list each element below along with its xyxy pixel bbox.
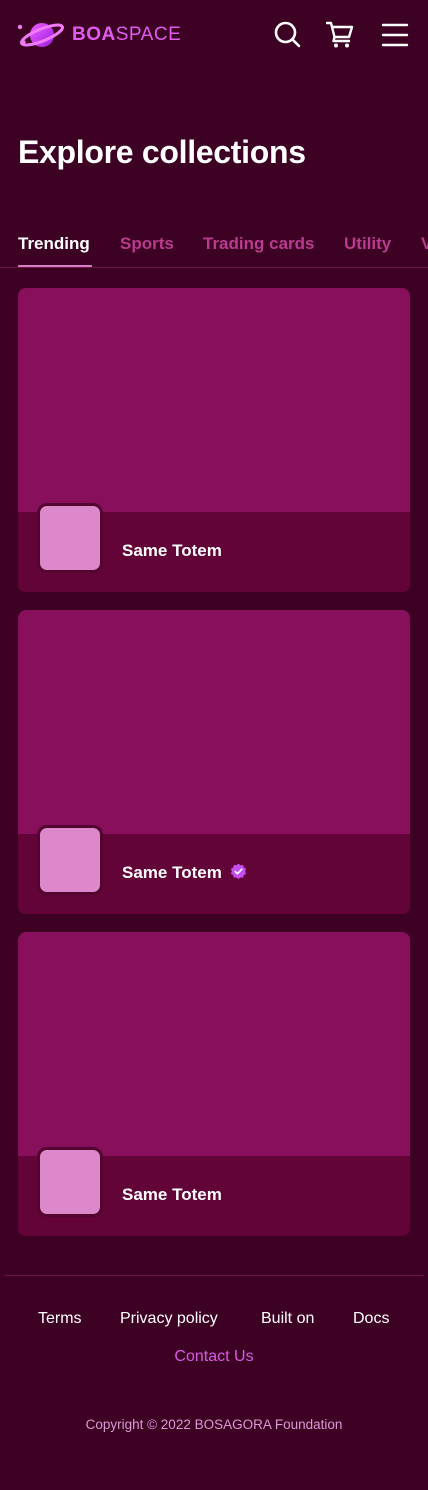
tab-utility[interactable]: Utility — [344, 234, 391, 254]
site-header: BOASPACE — [0, 0, 428, 70]
footer-link-terms[interactable]: Terms — [38, 1310, 82, 1328]
collection-card[interactable]: Same Totem — [18, 932, 410, 1236]
footer-link-docs[interactable]: Docs — [353, 1310, 389, 1328]
footer-link-built-on[interactable]: Built on — [261, 1310, 314, 1328]
tabs-divider — [0, 267, 428, 268]
collection-avatar — [37, 825, 103, 895]
tab-trading-cards[interactable]: Trading cards — [203, 234, 314, 254]
collection-name: Same Totem — [122, 1185, 222, 1204]
tab-trending[interactable]: Trending — [18, 234, 90, 254]
footer-link-privacy-policy[interactable]: Privacy policy — [120, 1310, 218, 1328]
brand-logo[interactable]: BOASPACE — [16, 18, 181, 52]
collection-card[interactable]: Same Totem — [18, 610, 410, 914]
collection-name: Same Totem — [122, 863, 222, 882]
logo-planet-icon — [16, 18, 66, 52]
tab-sports[interactable]: Sports — [120, 234, 174, 254]
collection-avatar — [37, 503, 103, 573]
page-title: Explore collections — [18, 134, 306, 170]
search-icon[interactable] — [273, 20, 301, 48]
collection-card[interactable]: Same Totem — [18, 288, 410, 592]
menu-icon[interactable] — [381, 20, 409, 48]
brand-name: BOASPACE — [72, 24, 182, 45]
category-tabs: Trending Sports Trading cards Utility V — [0, 222, 428, 268]
cart-icon[interactable] — [326, 20, 354, 48]
collection-avatar — [37, 1147, 103, 1217]
verified-badge-icon — [230, 863, 247, 880]
collection-name: Same Totem — [122, 541, 222, 560]
footer-link-contact-us[interactable]: Contact Us — [0, 1348, 428, 1366]
tab-partial[interactable]: V — [421, 234, 428, 254]
copyright-text: Copyright © 2022 BOSAGORA Foundation — [85, 1417, 343, 1432]
footer-divider — [4, 1275, 424, 1276]
